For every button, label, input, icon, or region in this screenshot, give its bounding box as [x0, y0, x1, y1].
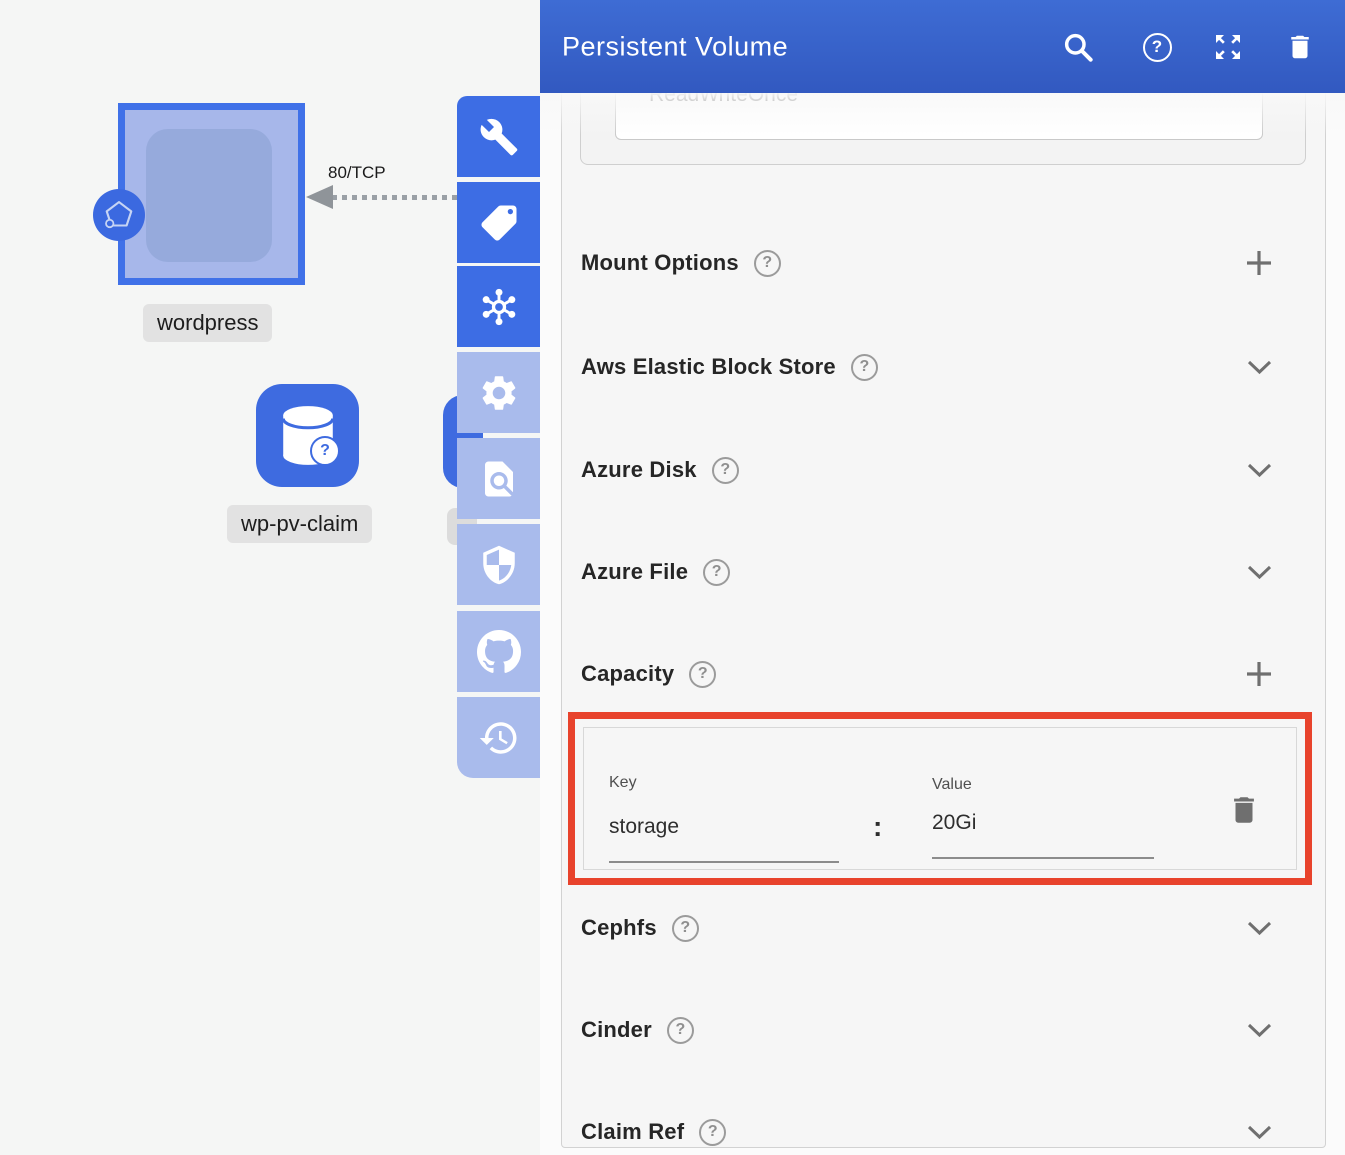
panel-header: Persistent Volume ?	[540, 0, 1345, 93]
pod-pentagon-icon	[98, 194, 140, 236]
section-row-cephfs: Cephfs ?	[581, 892, 1275, 964]
hub-icon	[477, 285, 521, 329]
help-icon[interactable]: ?	[672, 915, 699, 942]
wordpress-node[interactable]	[118, 103, 305, 285]
collapse-button[interactable]	[1243, 1014, 1275, 1046]
section-label: Cinder	[581, 1017, 652, 1043]
section-row-aws-ebs: Aws Elastic Block Store ?	[581, 331, 1275, 403]
plus-icon	[1244, 659, 1274, 689]
settings-tool-button[interactable]	[457, 352, 540, 433]
section-row-cinder: Cinder ?	[581, 994, 1275, 1066]
section-row-azure-file: Azure File ?	[581, 536, 1275, 608]
github-tool-button[interactable]	[457, 611, 540, 692]
collapse-button[interactable]	[1243, 351, 1275, 383]
graph-tool-button[interactable]	[457, 266, 540, 347]
help-icon[interactable]: ?	[851, 354, 878, 381]
section-label: Azure Disk	[581, 457, 697, 483]
edge-dotted-line	[332, 195, 460, 200]
section-row-capacity: Capacity ?	[581, 638, 1275, 710]
delete-button[interactable]	[1284, 31, 1316, 63]
trash-icon	[1227, 791, 1261, 829]
section-row-claim-ref: Claim Ref ?	[581, 1096, 1275, 1155]
key-value-separator: :	[873, 811, 882, 843]
properties-panel: ReadWriteOnce Mount Options ? Aws Elasti…	[540, 0, 1345, 1155]
key-label: Key	[609, 774, 637, 792]
expand-icon	[1212, 31, 1244, 63]
pvclaim-node[interactable]: ?	[256, 384, 359, 487]
help-button[interactable]: ?	[1141, 31, 1173, 63]
highlight-annotation: Key storage : Value 20Gi	[568, 712, 1312, 885]
capacity-value-input[interactable]: 20Gi	[932, 811, 976, 835]
section-label: Azure File	[581, 559, 688, 585]
app-root: 80/TCP wordpress ? wp-pv-claim	[0, 0, 1345, 1155]
add-button[interactable]	[1243, 658, 1275, 690]
help-icon[interactable]: ?	[712, 457, 739, 484]
capacity-key-input[interactable]: storage	[609, 815, 679, 839]
security-shield-icon	[478, 544, 520, 586]
collapse-button[interactable]	[1243, 1116, 1275, 1148]
expand-button[interactable]	[1212, 31, 1244, 63]
section-label: Cephfs	[581, 915, 657, 941]
collapse-button[interactable]	[1243, 556, 1275, 588]
value-label: Value	[932, 776, 972, 794]
chevron-down-icon	[1246, 564, 1273, 580]
help-icon[interactable]: ?	[667, 1017, 694, 1044]
help-icon[interactable]: ?	[754, 250, 781, 277]
chevron-down-icon	[1246, 1124, 1273, 1140]
search-button[interactable]	[1062, 31, 1094, 63]
search-icon	[1062, 31, 1094, 63]
section-row-azure-disk: Azure Disk ?	[581, 434, 1275, 506]
pod-badge[interactable]	[93, 189, 145, 241]
collapse-button[interactable]	[1243, 912, 1275, 944]
find-in-page-tool-button[interactable]	[457, 438, 540, 519]
section-label: Aws Elastic Block Store	[581, 354, 836, 380]
chevron-down-icon	[1246, 462, 1273, 478]
edge-arrowhead-icon	[306, 185, 333, 209]
section-label: Capacity	[581, 661, 674, 687]
section-row-mount-options: Mount Options ?	[581, 227, 1275, 299]
add-button[interactable]	[1243, 247, 1275, 279]
pvclaim-node-label: wp-pv-claim	[227, 505, 372, 543]
settings-icon	[478, 372, 520, 414]
delete-entry-button[interactable]	[1227, 791, 1263, 831]
section-label: Mount Options	[581, 250, 739, 276]
help-icon: ?	[1143, 33, 1172, 62]
question-badge: ?	[310, 436, 340, 466]
value-input-underline	[932, 857, 1154, 859]
key-input-underline	[609, 861, 839, 863]
section-label: Claim Ref	[581, 1119, 684, 1145]
edge-port-label: 80/TCP	[328, 163, 386, 183]
panel-title: Persistent Volume	[562, 31, 788, 62]
plus-icon	[1244, 248, 1274, 278]
help-icon[interactable]: ?	[689, 661, 716, 688]
find-in-page-icon	[478, 458, 520, 500]
build-tool-button[interactable]	[457, 96, 540, 177]
github-icon	[477, 630, 521, 674]
tag-icon	[478, 202, 520, 244]
collapse-button[interactable]	[1243, 454, 1275, 486]
chevron-down-icon	[1246, 920, 1273, 936]
chevron-down-icon	[1246, 1022, 1273, 1038]
help-icon[interactable]: ?	[699, 1119, 726, 1146]
delete-icon	[1285, 30, 1315, 64]
security-tool-button[interactable]	[457, 524, 540, 605]
history-icon	[478, 717, 520, 759]
wordpress-node-inner	[146, 129, 272, 262]
history-tool-button[interactable]	[457, 697, 540, 778]
wordpress-node-label: wordpress	[143, 304, 272, 342]
tag-tool-button[interactable]	[457, 182, 540, 263]
chevron-down-icon	[1246, 359, 1273, 375]
help-icon[interactable]: ?	[703, 559, 730, 586]
build-icon	[479, 117, 519, 157]
capacity-entry-card	[583, 727, 1297, 870]
